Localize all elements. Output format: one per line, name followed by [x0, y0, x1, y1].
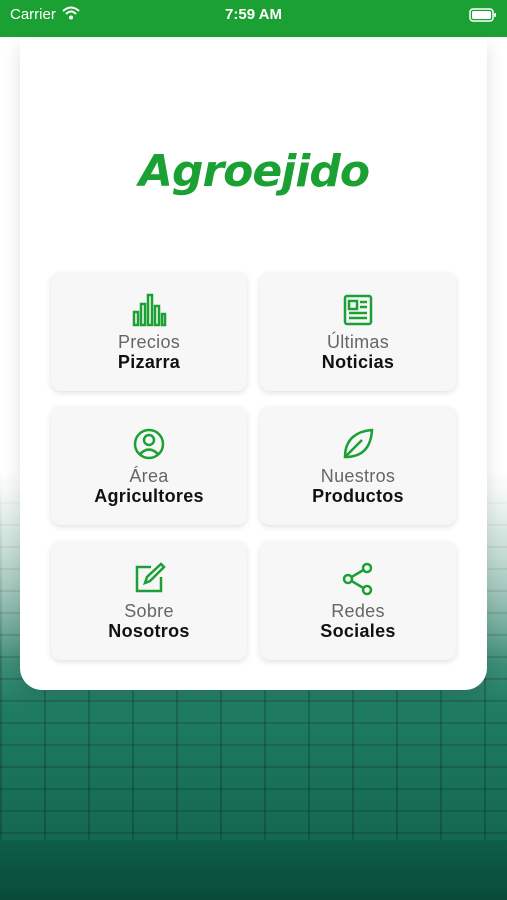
tile-label-line1: Últimas — [326, 332, 390, 352]
tile-label-line1: Nuestros — [320, 466, 396, 486]
menu-tile-area-agricultores[interactable]: Área Agricultores — [51, 406, 247, 525]
tile-label-line1: Sobre — [124, 601, 174, 621]
leaf-icon — [260, 426, 456, 462]
battery-icon — [469, 8, 497, 27]
tile-label-line1: Redes — [331, 601, 385, 621]
status-bar: Carrier 7:59 AM — [0, 0, 507, 37]
tile-label-line1: Área — [129, 466, 169, 486]
newspaper-icon — [260, 292, 456, 328]
status-time: 7:59 AM — [225, 6, 282, 23]
menu-tile-redes-sociales[interactable]: Redes Sociales — [260, 541, 456, 660]
bar-chart-icon — [51, 292, 247, 328]
user-circle-icon — [51, 426, 247, 462]
edit-icon — [51, 561, 247, 597]
logo-text: Agroejido — [135, 146, 368, 197]
tile-label-line1: Precios — [117, 332, 181, 352]
tile-label-line2: Agricultores — [94, 486, 204, 506]
background-floor — [0, 840, 507, 900]
tile-label-line2: Productos — [312, 486, 404, 506]
menu-tile-nuestros-productos[interactable]: Nuestros Productos — [260, 406, 456, 525]
tile-label-line2: Pizarra — [117, 352, 181, 372]
tile-label-line2: Sociales — [320, 621, 396, 641]
tile-label-line2: Noticias — [321, 352, 395, 372]
app-logo: Agroejido — [0, 140, 507, 205]
menu-tile-ultimas-noticias[interactable]: Últimas Noticias — [260, 272, 456, 391]
share-icon — [260, 561, 456, 597]
tile-label-line2: Nosotros — [108, 621, 190, 641]
menu-tile-sobre-nosotros[interactable]: Sobre Nosotros — [51, 541, 247, 660]
menu-tile-precios-pizarra[interactable]: Precios Pizarra — [51, 272, 247, 391]
